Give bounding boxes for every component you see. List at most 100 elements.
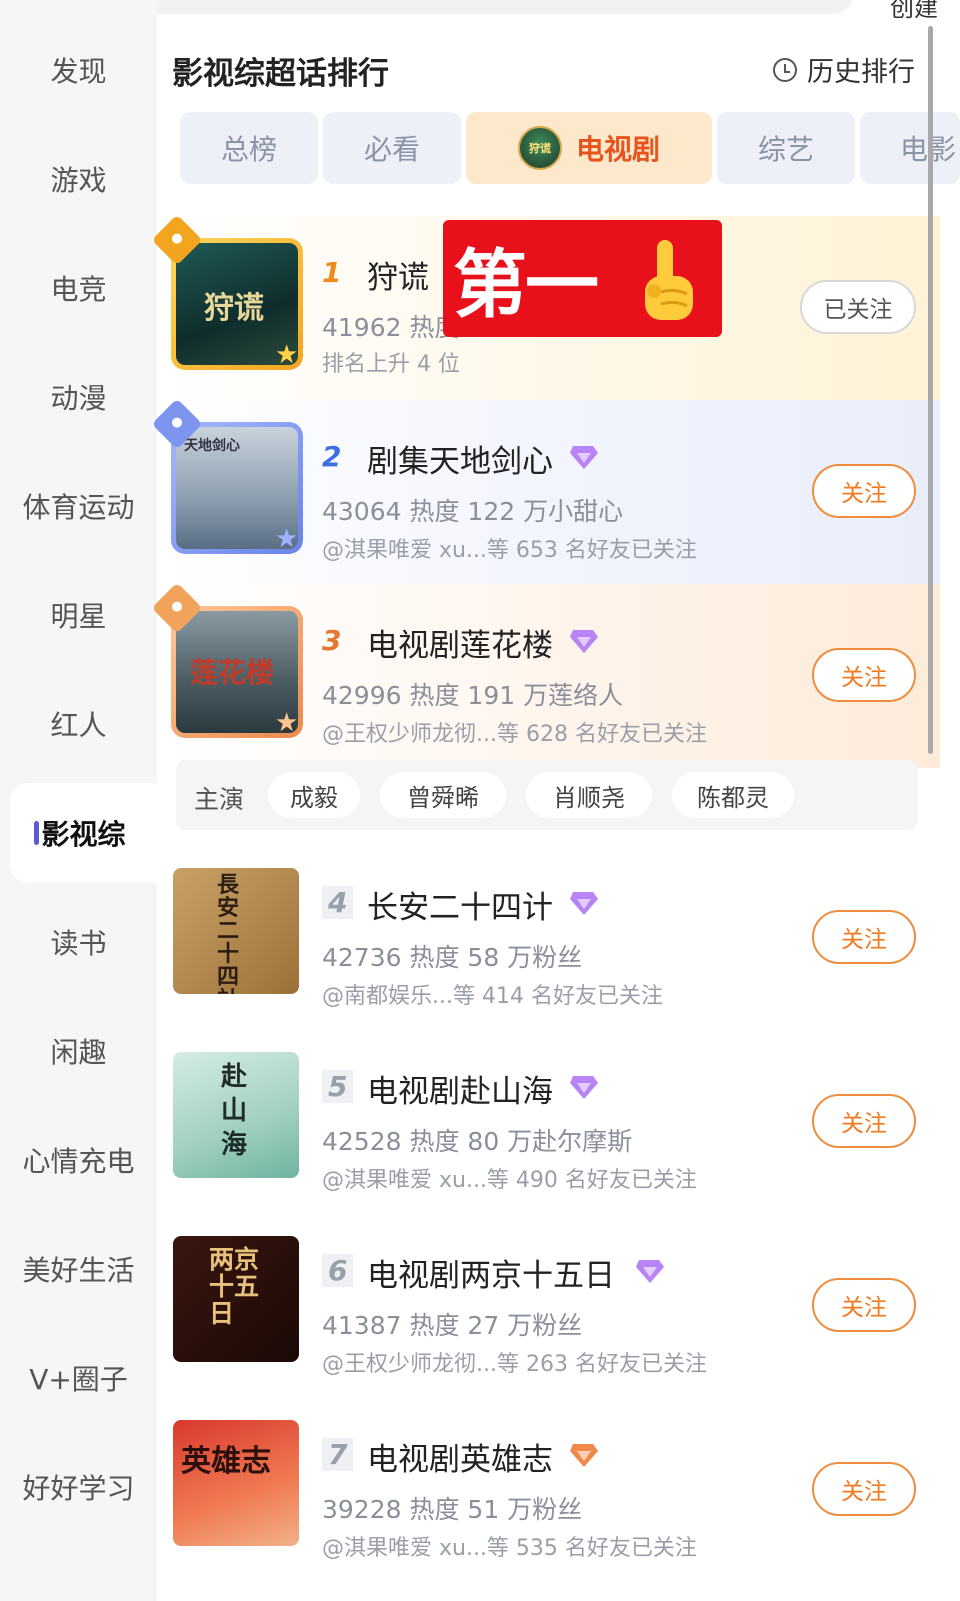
topic-name[interactable]: 电视剧英雄志	[367, 1434, 553, 1479]
sidebar-item-label: 动漫	[50, 382, 107, 415]
sidebar-item-leisure[interactable]: 闲趣	[0, 1001, 157, 1101]
sidebar-item-label: 美好生活	[22, 1254, 135, 1287]
tab-label: 必看	[363, 133, 420, 166]
tab-movies[interactable]: 电影	[860, 112, 960, 184]
diamond-icon	[570, 630, 598, 653]
cast-chip[interactable]: 曾舜晞	[380, 772, 506, 818]
sidebar-item-film-tv[interactable]: 影视综	[10, 783, 157, 883]
poster-image: 两京十五日	[173, 1236, 299, 1362]
heat-stats: 39228 热度 51 万粉丝	[322, 1495, 583, 1524]
sidebar-item-games[interactable]: 游戏	[0, 129, 157, 229]
rank-number: 7	[322, 1438, 354, 1471]
friends-following: @淇果唯爱 xu...等 490 名好友已关注	[322, 1168, 697, 1193]
poster-title: 長安二十四計	[217, 872, 240, 995]
poster-title: 两京十五日	[209, 1245, 260, 1328]
rank-number: 2	[322, 440, 342, 473]
topic-name[interactable]: 电视剧莲花楼	[367, 620, 553, 665]
diamond-icon	[570, 446, 598, 469]
tab-overall[interactable]: 总榜	[180, 112, 318, 184]
friends-following: @王权少师龙彻...等 628 名好友已关注	[322, 722, 707, 747]
heat-stats: 41962 热度	[322, 313, 460, 342]
sidebar-item-sports[interactable]: 体育运动	[0, 456, 157, 556]
cast-chip[interactable]: 成毅	[268, 772, 360, 818]
poster-title: 赴山海	[221, 1062, 248, 1160]
sidebar-item-reading[interactable]: 读书	[0, 892, 157, 992]
diamond-icon	[570, 1076, 598, 1099]
sidebar-item-lifestyle[interactable]: 美好生活	[0, 1219, 157, 1319]
sidebar-item-label: 游戏	[50, 164, 107, 197]
pointing-up-finger-icon	[645, 240, 693, 320]
sidebar-item-label: 体育运动	[22, 491, 135, 524]
cast-bar: 主演 成毅 曾舜晞 肖顺尧 陈都灵	[176, 760, 918, 830]
ranking-row-6[interactable]: 两京十五日 6 电视剧两京十五日 41387 热度 27 万粉丝 @王权少师龙彻…	[157, 1214, 940, 1398]
sidebar-item-anime[interactable]: 动漫	[0, 347, 157, 447]
poster-image: 長安二十四計	[173, 868, 299, 994]
history-label: 历史排行	[807, 57, 915, 88]
rank-change: 排名上升 4 位	[322, 352, 460, 377]
tab-variety[interactable]: 综艺	[717, 112, 855, 184]
topic-name[interactable]: 电视剧两京十五日	[367, 1250, 615, 1295]
sidebar-item-v-circle[interactable]: V+圈子	[0, 1328, 157, 1428]
tab-label: 总榜	[220, 133, 277, 166]
heat-stats: 41387 热度 27 万粉丝	[322, 1311, 583, 1340]
topic-name[interactable]: 电视剧赴山海	[367, 1066, 553, 1111]
topic-name[interactable]: 剧集天地剑心	[367, 436, 553, 481]
follow-button[interactable]: 关注	[812, 1462, 916, 1516]
ranking-row-2[interactable]: 天地剑心 ★ 2 剧集天地剑心 43064 热度 122 万小甜心 @淇果唯爱 …	[151, 398, 940, 584]
rank-number: 1	[322, 256, 342, 289]
friends-following: @淇果唯爱 xu...等 535 名好友已关注	[322, 1536, 697, 1561]
category-sidebar: 发现 游戏 电竞 动漫 体育运动 明星 红人 影视综 读书 闲趣 心情充电 美好…	[0, 0, 157, 1601]
diamond-icon	[570, 1444, 598, 1467]
topic-name[interactable]: 长安二十四计	[367, 882, 553, 927]
page-title: 影视综超话排行	[172, 56, 389, 92]
tab-label: 综艺	[757, 133, 814, 166]
followed-button[interactable]: 已关注	[800, 280, 916, 334]
sidebar-item-label: 闲趣	[50, 1036, 107, 1069]
rank-number: 3	[322, 624, 342, 657]
poster-title: 天地剑心	[184, 438, 240, 454]
active-indicator	[34, 821, 39, 845]
sidebar-item-stars[interactable]: 明星	[0, 565, 157, 665]
poster-title: 英雄志	[181, 1444, 271, 1479]
tab-must-watch[interactable]: 必看	[323, 112, 461, 184]
number-one-sticker: 第一	[443, 220, 722, 337]
follow-button[interactable]: 关注	[812, 1094, 916, 1148]
create-link[interactable]: 创建	[890, 0, 938, 23]
ranking-row-4[interactable]: 長安二十四計 4 长安二十四计 42736 热度 58 万粉丝 @南都娱乐...…	[157, 846, 940, 1030]
sticker-text: 第一	[453, 242, 599, 328]
poster-image: 英雄志	[173, 1420, 299, 1546]
rank-number: 5	[322, 1070, 354, 1103]
sidebar-item-discover[interactable]: 发现	[0, 20, 157, 120]
sidebar-item-mood[interactable]: 心情充电	[0, 1110, 157, 1210]
cast-chip[interactable]: 陈都灵	[672, 772, 794, 818]
rank-number: 4	[322, 886, 354, 919]
sidebar-item-label: V+圈子	[29, 1363, 128, 1396]
sidebar-item-influencers[interactable]: 红人	[0, 674, 157, 774]
heat-stats: 42528 热度 80 万赴尔摩斯	[322, 1127, 633, 1156]
sidebar-item-study[interactable]: 好好学习	[0, 1437, 157, 1537]
diamond-icon	[570, 892, 598, 915]
follow-button[interactable]: 关注	[812, 648, 916, 702]
topic-name[interactable]: 狩谎	[367, 252, 429, 297]
rank-number: 6	[322, 1254, 354, 1287]
ranking-row-3[interactable]: 莲花楼 ★ 3 电视剧莲花楼 42996 热度 191 万莲络人 @王权少师龙彻…	[151, 582, 940, 768]
follow-button[interactable]: 关注	[812, 910, 916, 964]
sidebar-item-esports[interactable]: 电竞	[0, 238, 157, 338]
sidebar-item-label: 发现	[50, 55, 107, 88]
cast-chip[interactable]: 肖顺尧	[526, 772, 652, 818]
ranking-row-7[interactable]: 英雄志 7 电视剧英雄志 39228 热度 51 万粉丝 @淇果唯爱 xu...…	[157, 1398, 940, 1601]
clock-icon	[773, 57, 797, 82]
sidebar-item-label: 读书	[50, 927, 107, 960]
follow-button[interactable]: 关注	[812, 1278, 916, 1332]
sidebar-item-label: 影视综	[41, 818, 126, 851]
heat-stats: 42996 热度 191 万莲络人	[322, 681, 624, 710]
ranking-row-5[interactable]: 赴山海 5 电视剧赴山海 42528 热度 80 万赴尔摩斯 @淇果唯爱 xu.…	[157, 1030, 940, 1214]
follow-button[interactable]: 关注	[812, 464, 916, 518]
tab-label: 电视剧	[575, 133, 660, 166]
diamond-icon	[636, 1260, 664, 1283]
scrollbar[interactable]	[928, 26, 933, 754]
tab-tv-series[interactable]: 狩谎 电视剧	[466, 112, 712, 184]
history-ranking-link[interactable]: 历史排行	[773, 50, 915, 89]
friends-following: @南都娱乐...等 414 名好友已关注	[322, 984, 663, 1009]
top-search-bar-remnant[interactable]	[44, 0, 854, 14]
